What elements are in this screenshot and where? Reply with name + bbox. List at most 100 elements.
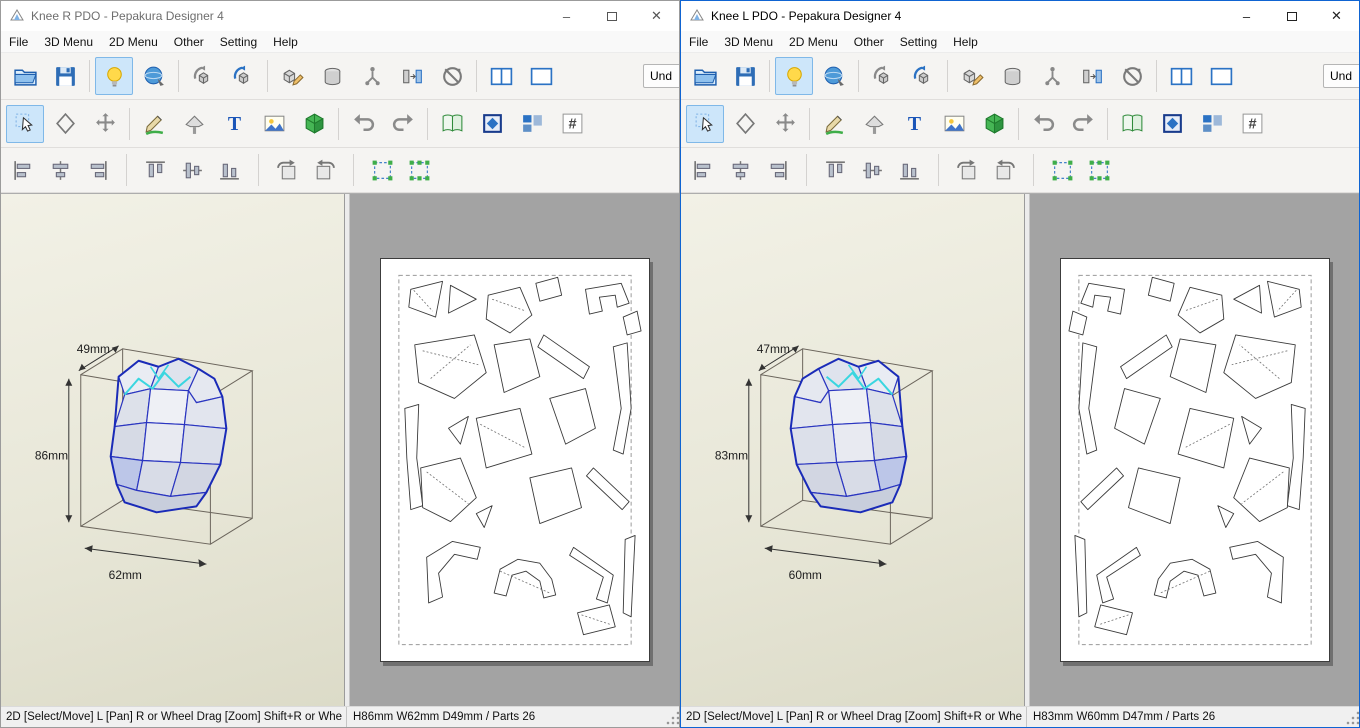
align-center-button[interactable] — [723, 153, 758, 188]
redo-button[interactable] — [384, 105, 422, 143]
arrange-parts-button[interactable] — [1193, 105, 1231, 143]
redo-button[interactable] — [1064, 105, 1102, 143]
menu-file[interactable]: File — [681, 33, 716, 51]
rotate-ccw-button[interactable] — [270, 153, 305, 188]
save-file-button[interactable] — [46, 57, 84, 95]
menu-3d-menu[interactable]: 3D Menu — [716, 33, 781, 51]
maximize-button[interactable] — [589, 1, 634, 31]
menu-other[interactable]: Other — [846, 33, 892, 51]
undo-button[interactable] — [344, 105, 382, 143]
titlebar[interactable]: Knee R PDO - Pepakura Designer 4 – ✕ — [1, 1, 679, 31]
undo-history-button[interactable]: Und — [643, 64, 679, 88]
close-button[interactable]: ✕ — [1314, 1, 1359, 31]
flip-parts-button[interactable] — [1073, 57, 1111, 95]
menu-setting[interactable]: Setting — [212, 33, 265, 51]
menu-setting[interactable]: Setting — [892, 33, 945, 51]
align-right-button[interactable] — [760, 153, 795, 188]
image-tool-button[interactable] — [255, 105, 293, 143]
3d-viewport[interactable]: 47mm 83mm 60mm — [681, 194, 1025, 706]
primitive-cylinder-button[interactable] — [313, 57, 351, 95]
menu-3d-menu[interactable]: 3D Menu — [36, 33, 101, 51]
edit-solid-button[interactable] — [273, 57, 311, 95]
menu-help[interactable]: Help — [945, 33, 986, 51]
rotate-object-free-button[interactable] — [904, 57, 942, 95]
align-left-button[interactable] — [686, 153, 721, 188]
layout-single-pane-button[interactable] — [1202, 57, 1240, 95]
text-tool-button[interactable]: T — [895, 105, 933, 143]
edit-solid-button[interactable] — [953, 57, 991, 95]
rotate-object-free-button[interactable] — [224, 57, 262, 95]
resize-grip[interactable] — [665, 707, 679, 727]
align-center-button[interactable] — [43, 153, 78, 188]
align-top-button[interactable] — [818, 153, 853, 188]
rotate-object-button[interactable] — [184, 57, 222, 95]
unfold-book-button[interactable] — [1113, 105, 1151, 143]
poly-select-button[interactable] — [46, 105, 84, 143]
flip-parts-button[interactable] — [393, 57, 431, 95]
titlebar[interactable]: Knee L PDO - Pepakura Designer 4 – ✕ — [681, 1, 1359, 31]
flap-tool-button[interactable] — [855, 105, 893, 143]
unfold-book-button[interactable] — [433, 105, 471, 143]
align-left-button[interactable] — [6, 153, 41, 188]
flap-tool-button[interactable] — [175, 105, 213, 143]
align-middle-button[interactable] — [855, 153, 890, 188]
align-bottom-button[interactable] — [892, 153, 927, 188]
maximize-button[interactable] — [1269, 1, 1314, 31]
align-right-button[interactable] — [80, 153, 115, 188]
texture-sphere-button[interactable] — [815, 57, 853, 95]
select-frame-button[interactable] — [1153, 105, 1191, 143]
arrange-parts-button[interactable] — [513, 105, 551, 143]
open-file-button[interactable] — [6, 57, 44, 95]
group-select-button[interactable] — [365, 153, 400, 188]
texture-light-button[interactable] — [775, 57, 813, 95]
select-tool-button[interactable] — [686, 104, 724, 143]
select-frame-button[interactable] — [473, 105, 511, 143]
material-cube-button[interactable] — [975, 105, 1013, 143]
align-middle-button[interactable] — [175, 153, 210, 188]
menu-other[interactable]: Other — [166, 33, 212, 51]
menu-help[interactable]: Help — [265, 33, 306, 51]
3d-viewport[interactable]: 49mm 86mm 62mm — [1, 194, 345, 706]
texture-light-button[interactable] — [95, 57, 133, 95]
number-display-button[interactable]: # — [1233, 105, 1271, 143]
undo-history-button[interactable]: Und — [1323, 64, 1359, 88]
select-tool-button[interactable] — [6, 104, 44, 143]
edge-color-pen-button[interactable] — [815, 105, 853, 143]
select-handles-button[interactable] — [1082, 153, 1117, 188]
rotate-ccw-button[interactable] — [950, 153, 985, 188]
primitive-cylinder-button[interactable] — [993, 57, 1031, 95]
text-tool-button[interactable]: T — [215, 105, 253, 143]
reset-view-button[interactable] — [1113, 57, 1151, 95]
move-parts-button[interactable] — [86, 105, 124, 143]
material-cube-button[interactable] — [295, 105, 333, 143]
menu-2d-menu[interactable]: 2D Menu — [781, 33, 846, 51]
resize-grip[interactable] — [1345, 707, 1359, 727]
image-tool-button[interactable] — [935, 105, 973, 143]
2d-viewport[interactable] — [350, 194, 679, 706]
save-file-button[interactable] — [726, 57, 764, 95]
select-handles-button[interactable] — [402, 153, 437, 188]
rotate-cw-button[interactable] — [987, 153, 1022, 188]
menu-2d-menu[interactable]: 2D Menu — [101, 33, 166, 51]
edge-color-pen-button[interactable] — [135, 105, 173, 143]
joint-axis-button[interactable] — [353, 57, 391, 95]
joint-axis-button[interactable] — [1033, 57, 1071, 95]
undo-button[interactable] — [1024, 105, 1062, 143]
number-display-button[interactable]: # — [553, 105, 591, 143]
reset-view-button[interactable] — [433, 57, 471, 95]
open-file-button[interactable] — [686, 57, 724, 95]
rotate-object-button[interactable] — [864, 57, 902, 95]
rotate-cw-button[interactable] — [307, 153, 342, 188]
minimize-button[interactable]: – — [544, 1, 589, 31]
move-parts-button[interactable] — [766, 105, 804, 143]
texture-sphere-button[interactable] — [135, 57, 173, 95]
layout-two-pane-button[interactable] — [482, 57, 520, 95]
poly-select-button[interactable] — [726, 105, 764, 143]
menu-file[interactable]: File — [1, 33, 36, 51]
pattern-sheet[interactable] — [1059, 258, 1330, 662]
pattern-sheet[interactable] — [379, 258, 650, 662]
layout-two-pane-button[interactable] — [1162, 57, 1200, 95]
group-select-button[interactable] — [1045, 153, 1080, 188]
align-top-button[interactable] — [138, 153, 173, 188]
minimize-button[interactable]: – — [1224, 1, 1269, 31]
